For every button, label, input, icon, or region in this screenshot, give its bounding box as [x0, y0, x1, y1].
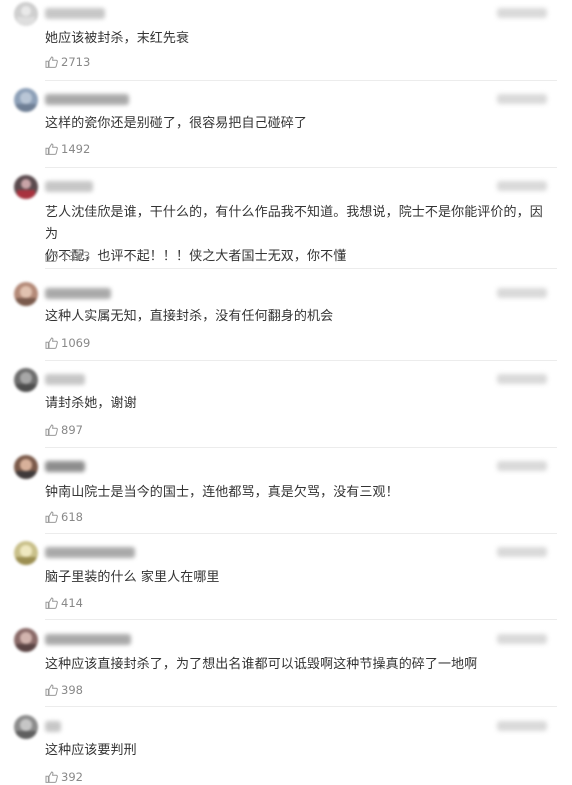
comment-text: 钟南山院士是当今的国士，连他都骂，真是欠骂，没有三观！ — [45, 485, 399, 500]
like-count: 398 — [61, 683, 83, 697]
comment-text: 请封杀她，谢谢 — [45, 396, 137, 411]
comment-item: 这种人实属无知，直接封杀，没有任何翻身的机会 1069 — [0, 282, 572, 362]
timestamp — [497, 547, 547, 557]
timestamp — [497, 94, 547, 104]
avatar[interactable] — [14, 88, 38, 112]
username[interactable] — [45, 634, 131, 645]
username[interactable] — [45, 374, 85, 385]
comment-item: 请封杀她，谢谢 897 — [0, 368, 572, 448]
thumbs-up-icon — [45, 250, 58, 262]
comment-text: 艺人沈佳欣是谁，干什么的，有什么作品我不知道。我想说，院士不是你能评价的，因为 … — [45, 205, 543, 264]
avatar[interactable] — [14, 2, 38, 26]
like-count: 392 — [61, 770, 83, 784]
thumbs-up-icon — [45, 424, 58, 436]
comment-text: 这种人实属无知，直接封杀，没有任何翻身的机会 — [45, 309, 334, 324]
username[interactable] — [45, 547, 135, 558]
divider — [45, 447, 557, 448]
thumbs-up-icon — [45, 684, 58, 696]
thumbs-up-icon — [45, 56, 58, 68]
avatar[interactable] — [14, 175, 38, 199]
comment-text: 她应该被封杀，末红先衰 — [45, 31, 190, 46]
comment-text: 这种应该要判刑 — [45, 743, 137, 758]
like-button[interactable]: 392 — [45, 769, 83, 785]
like-count: 618 — [61, 510, 83, 524]
comment-item: 这种应该直接封杀了，为了想出名谁都可以诋毁啊这种节操真的碎了一地啊 398 — [0, 628, 572, 708]
like-button[interactable]: 618 — [45, 509, 83, 525]
avatar[interactable] — [14, 715, 38, 739]
timestamp — [497, 374, 547, 384]
thumbs-up-icon — [45, 597, 58, 609]
avatar[interactable] — [14, 368, 38, 392]
username[interactable] — [45, 721, 61, 732]
comment-item: 这种应该要判刑 392 — [0, 715, 572, 785]
thumbs-up-icon — [45, 143, 58, 155]
avatar[interactable] — [14, 282, 38, 306]
like-count: 414 — [61, 596, 83, 610]
thumbs-up-icon — [45, 511, 58, 523]
like-button[interactable]: 1393 — [45, 248, 90, 264]
comment-item: 脑子里装的什么 家里人在哪里 414 — [0, 541, 572, 621]
comment-text: 脑子里装的什么 家里人在哪里 — [45, 570, 220, 585]
divider — [45, 268, 557, 269]
like-button[interactable]: 897 — [45, 422, 83, 438]
like-count: 1393 — [61, 249, 91, 263]
comment-item: 艺人沈佳欣是谁，干什么的，有什么作品我不知道。我想说，院士不是你能评价的，因为 … — [0, 175, 572, 275]
username[interactable] — [45, 288, 111, 299]
like-button[interactable]: 2713 — [45, 54, 90, 70]
timestamp — [497, 181, 547, 191]
divider — [45, 619, 557, 620]
like-button[interactable]: 398 — [45, 682, 83, 698]
avatar[interactable] — [14, 628, 38, 652]
thumbs-up-icon — [45, 337, 58, 349]
username[interactable] — [45, 8, 105, 19]
timestamp — [497, 461, 547, 471]
avatar[interactable] — [14, 455, 38, 479]
like-count: 1492 — [61, 142, 91, 156]
like-button[interactable]: 1492 — [45, 141, 90, 157]
comment-text: 这种应该直接封杀了，为了想出名谁都可以诋毁啊这种节操真的碎了一地啊 — [45, 657, 478, 672]
timestamp — [497, 721, 547, 731]
timestamp — [497, 8, 547, 18]
like-count: 1069 — [61, 336, 91, 350]
like-count: 897 — [61, 423, 83, 437]
divider — [45, 360, 557, 361]
timestamp — [497, 288, 547, 298]
username[interactable] — [45, 461, 85, 472]
comment-item: 钟南山院士是当今的国士，连他都骂，真是欠骂，没有三观！ 618 — [0, 455, 572, 535]
divider — [45, 167, 557, 168]
like-count: 2713 — [61, 55, 91, 69]
thumbs-up-icon — [45, 771, 58, 783]
like-button[interactable]: 1069 — [45, 335, 90, 351]
divider — [45, 533, 557, 534]
comment-text: 这样的瓷你还是别碰了，很容易把自己碰碎了 — [45, 116, 308, 131]
divider — [45, 706, 557, 707]
username[interactable] — [45, 181, 93, 192]
comment-item: 她应该被封杀，末红先衰 2713 — [0, 2, 572, 82]
comment-item: 这样的瓷你还是别碰了，很容易把自己碰碎了 1492 — [0, 88, 572, 170]
like-button[interactable]: 414 — [45, 595, 83, 611]
timestamp — [497, 634, 547, 644]
avatar[interactable] — [14, 541, 38, 565]
divider — [45, 80, 557, 81]
username[interactable] — [45, 94, 129, 105]
